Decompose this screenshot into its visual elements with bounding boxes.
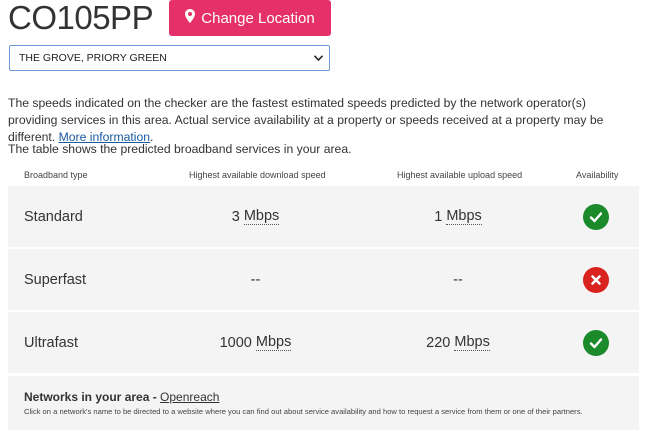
download-value: --: [250, 271, 261, 288]
availability: [578, 312, 614, 373]
upload-value: --: [453, 271, 463, 288]
upload-unit: Mbps: [446, 208, 482, 225]
intro-paragraph: The speeds indicated on the checker are …: [8, 95, 638, 146]
table-row-ultrafast: Ultrafast 1000 Mbps 220 Mbps: [8, 312, 639, 373]
header-broadband-type: Broadband type: [24, 170, 88, 180]
check-icon: [583, 329, 609, 356]
download-value: 1000: [219, 334, 252, 351]
networks-panel: Networks in your area - Openreach Click …: [8, 376, 639, 430]
change-location-label: Change Location: [201, 9, 315, 27]
networks-note: Click on a network's name to be directed…: [24, 407, 583, 416]
header-upload-speed: Highest available upload speed: [397, 170, 523, 180]
broadband-type: Ultrafast: [24, 334, 78, 351]
upload-speed: 220 Mbps: [358, 312, 558, 373]
download-speed: 3 Mbps: [158, 186, 353, 247]
download-speed: 1000 Mbps: [158, 312, 353, 373]
download-speed: --: [158, 249, 353, 310]
availability: [578, 249, 614, 310]
change-location-button[interactable]: Change Location: [169, 0, 331, 36]
address-select[interactable]: THE GROVE, PRIORY GREEN: [9, 45, 330, 71]
table-row-superfast: Superfast -- --: [8, 249, 639, 310]
header-download-speed: Highest available download speed: [189, 170, 326, 180]
networks-title-text: Networks in your area -: [24, 390, 161, 404]
table-row-standard: Standard 3 Mbps 1 Mbps: [8, 186, 639, 247]
chevron-down-icon: [313, 52, 324, 64]
upload-value: 220: [426, 334, 451, 351]
download-unit: Mbps: [243, 208, 280, 225]
upload-value: 1: [434, 208, 443, 225]
networks-title: Networks in your area - Openreach: [24, 390, 219, 404]
download-unit: Mbps: [255, 334, 292, 351]
upload-speed: --: [358, 249, 558, 310]
broadband-type: Superfast: [24, 271, 87, 288]
availability: [578, 186, 614, 247]
cross-icon: [583, 266, 609, 293]
header-availability: Availability: [576, 170, 619, 180]
table-intro: The table shows the predicted broadband …: [8, 142, 352, 156]
address-select-value: THE GROVE, PRIORY GREEN: [19, 52, 167, 64]
postcode-title: CO105PP: [8, 0, 154, 36]
check-icon: [583, 203, 609, 230]
openreach-link[interactable]: Openreach: [160, 390, 219, 404]
download-value: 3: [231, 208, 240, 225]
upload-speed: 1 Mbps: [358, 186, 558, 247]
upload-unit: Mbps: [454, 334, 490, 351]
broadband-type: Standard: [24, 208, 83, 225]
map-marker-icon: [185, 9, 196, 27]
